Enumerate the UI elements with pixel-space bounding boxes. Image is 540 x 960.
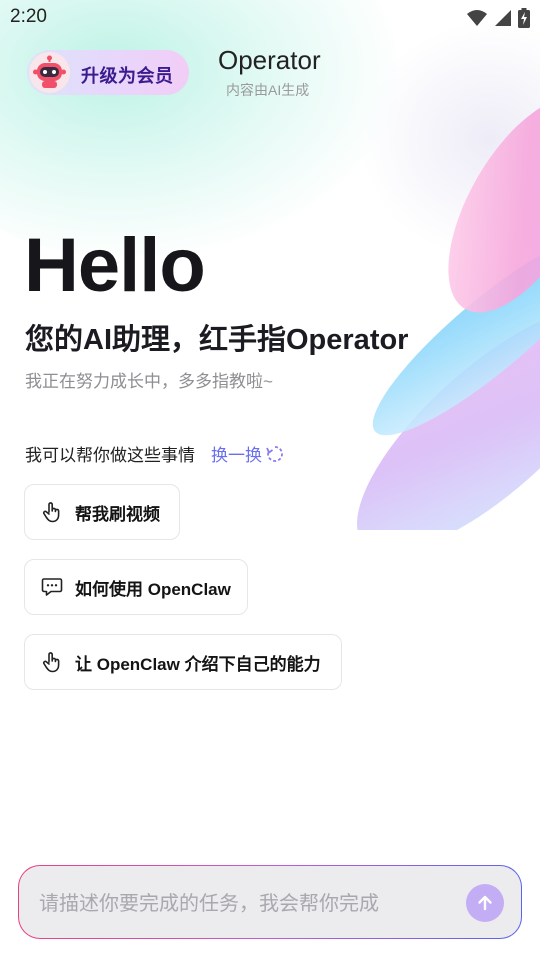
arrow-up-icon bbox=[478, 895, 492, 911]
upgrade-vip-button[interactable]: 升级为会员 bbox=[27, 50, 189, 95]
suggestion-chip[interactable]: 帮我刷视频 bbox=[24, 484, 180, 540]
refresh-icon bbox=[266, 445, 283, 462]
suggestion-chip[interactable]: 让 OpenClaw 介绍下自己的能力 bbox=[24, 634, 342, 690]
tap-hand-icon bbox=[39, 649, 65, 675]
decorative-gradient-shapes bbox=[357, 100, 540, 530]
hero-subtext: 我正在努力成长中，多多指教啦~ bbox=[25, 372, 273, 391]
cellular-signal-icon bbox=[495, 10, 511, 26]
status-time: 2:20 bbox=[10, 6, 47, 27]
task-composer-inner bbox=[19, 866, 521, 938]
refresh-suggestions-button[interactable]: 换一换 bbox=[211, 441, 284, 466]
task-input[interactable] bbox=[37, 888, 451, 920]
hero-greeting: Hello bbox=[24, 223, 206, 308]
battery-charging-icon bbox=[518, 8, 530, 28]
tap-hand-icon bbox=[39, 499, 65, 525]
status-bar: 2:20 bbox=[0, 0, 540, 36]
robot-mascot-icon bbox=[29, 52, 70, 93]
suggestion-label: 如何使用 OpenClaw bbox=[75, 579, 231, 599]
ai-generated-disclaimer: 内容由AI生成 bbox=[226, 82, 310, 98]
suggestion-chip[interactable]: 如何使用 OpenClaw bbox=[24, 559, 248, 615]
hero-tagline: 您的AI助理，红手指Operator bbox=[25, 324, 409, 356]
status-icons bbox=[466, 8, 530, 28]
app-title: Operator bbox=[218, 45, 321, 75]
send-button[interactable] bbox=[466, 884, 504, 922]
suggestions-title: 我可以帮你做这些事情 bbox=[25, 446, 195, 465]
refresh-label: 换一换 bbox=[211, 446, 262, 465]
suggestion-label: 让 OpenClaw 介绍下自己的能力 bbox=[75, 654, 321, 674]
app-screen: 2:20 升级为会员 Operator 内容由AI生成 Hello 您的AI助理… bbox=[0, 0, 540, 960]
wifi-icon bbox=[467, 10, 487, 26]
suggestion-label: 帮我刷视频 bbox=[75, 504, 160, 524]
task-composer bbox=[18, 865, 522, 939]
chat-bubble-icon bbox=[39, 574, 65, 600]
upgrade-vip-label: 升级为会员 bbox=[81, 66, 174, 86]
